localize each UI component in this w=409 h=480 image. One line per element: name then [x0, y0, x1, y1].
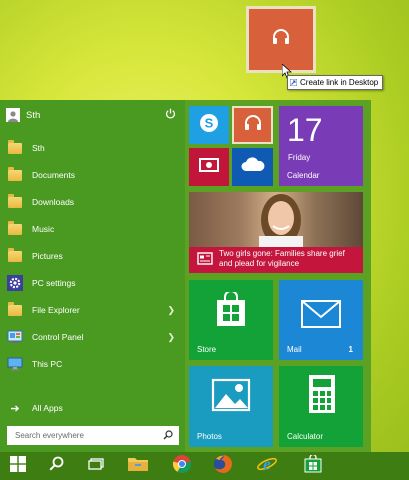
photos-icon [211, 378, 251, 417]
calculator-icon [308, 374, 336, 419]
item-label: Pictures [32, 251, 63, 261]
taskbar-file-explorer[interactable] [120, 452, 156, 480]
file-explorer-icon [127, 455, 149, 477]
cloud-icon [240, 156, 266, 178]
mail-envelope-icon [301, 300, 341, 333]
user-name: Sth [26, 109, 41, 121]
start-item-file-explorer[interactable]: File Explorer ❯ [0, 298, 185, 322]
user-folder-icon [7, 139, 23, 157]
firefox-icon [213, 454, 233, 479]
video-icon [199, 157, 219, 178]
folder-icon [7, 166, 23, 184]
start-item-documents[interactable]: Documents [0, 163, 185, 187]
calendar-day: 17 [287, 112, 323, 148]
windows-start-icon [10, 455, 26, 477]
item-label: Control Panel [32, 332, 84, 342]
news-photo [189, 192, 363, 247]
video-tile[interactable] [189, 148, 229, 186]
tooltip-text: Create link in Desktop [300, 78, 379, 87]
photos-tile[interactable]: Photos [189, 366, 273, 447]
search-input[interactable]: Search everywhere [7, 426, 179, 445]
calendar-weekday: Friday [288, 153, 311, 162]
search-icon [48, 456, 64, 476]
folder-icon [7, 247, 23, 265]
all-apps-label: All Apps [32, 403, 63, 413]
task-view-icon [88, 457, 104, 475]
taskbar: e [0, 452, 409, 480]
taskbar-internet-explorer[interactable]: e [249, 452, 285, 480]
store-label: Store [197, 345, 217, 354]
folder-icon [7, 220, 23, 238]
arrow-right-icon: ➔ [10, 402, 20, 415]
calendar-tile[interactable]: 17 Friday Calendar [279, 106, 363, 186]
item-label: Downloads [32, 197, 75, 207]
start-item-pictures[interactable]: Pictures [0, 244, 185, 268]
start-item-sth[interactable]: Sth [0, 136, 185, 160]
start-left-pane: Sth Sth Documents Downloads Music Pictur… [0, 100, 185, 452]
svg-text:e: e [263, 454, 271, 473]
taskbar-firefox[interactable] [205, 452, 241, 480]
calculator-label: Calculator [287, 432, 324, 441]
item-label: Music [32, 224, 55, 234]
task-view-button[interactable] [78, 452, 114, 480]
user-account[interactable]: Sth [6, 106, 178, 124]
store-bag-icon [213, 290, 249, 333]
calculator-tile[interactable]: Calculator [279, 366, 363, 447]
music-tile[interactable] [232, 106, 273, 144]
start-item-music[interactable]: Music [0, 217, 185, 241]
store-tile[interactable]: Store [189, 280, 273, 360]
start-item-this-pc[interactable]: This PC [0, 352, 185, 376]
dragged-music-tile[interactable] [246, 6, 316, 73]
folder-icon [7, 301, 23, 319]
computer-icon [7, 355, 23, 373]
chrome-icon [172, 454, 192, 479]
item-label: File Explorer [32, 305, 80, 315]
search-icon[interactable] [163, 430, 173, 442]
start-menu: Sth Sth Documents Downloads Music Pictur… [0, 100, 371, 452]
item-label: Documents [32, 170, 75, 180]
onedrive-tile[interactable] [232, 148, 273, 186]
taskbar-search-button[interactable] [38, 452, 74, 480]
chevron-right-icon[interactable]: ❯ [167, 305, 175, 316]
svg-text:S: S [205, 115, 214, 130]
start-item-control-panel[interactable]: Control Panel ❯ [0, 325, 185, 349]
photos-label: Photos [197, 432, 222, 441]
skype-icon: S [198, 112, 220, 139]
taskbar-store[interactable] [295, 452, 331, 480]
user-avatar-icon [6, 108, 20, 122]
headphones-icon [271, 27, 291, 52]
mail-label: Mail [287, 345, 302, 354]
internet-explorer-icon: e [256, 454, 278, 479]
all-apps-button[interactable]: ➔ All Apps [0, 396, 185, 420]
start-item-downloads[interactable]: Downloads [0, 190, 185, 214]
calendar-label: Calendar [287, 171, 320, 180]
drag-tooltip: Create link in Desktop [287, 75, 384, 90]
store-icon [304, 453, 322, 478]
item-label: PC settings [32, 278, 76, 288]
search-placeholder: Search everywhere [15, 431, 84, 440]
link-arrow-icon [289, 78, 298, 87]
gear-icon [7, 274, 23, 292]
mail-tile[interactable]: Mail 1 [279, 280, 363, 360]
power-icon[interactable] [165, 108, 176, 122]
folder-icon [7, 193, 23, 211]
skype-tile[interactable]: S [189, 106, 229, 144]
item-label: Sth [32, 143, 45, 153]
news-tile[interactable]: Two girls gone: Families share grief and… [189, 192, 363, 273]
taskbar-chrome[interactable] [164, 452, 200, 480]
control-panel-icon [7, 328, 23, 346]
start-tiles-pane: S 17 Friday Calendar Two girls gone: Fam… [185, 100, 371, 452]
windows-start-button[interactable] [0, 452, 36, 480]
news-headline: Two girls gone: Families share grief and… [219, 249, 345, 268]
chevron-right-icon[interactable]: ❯ [167, 332, 175, 343]
news-icon [197, 252, 213, 270]
item-label: This PC [32, 359, 63, 369]
start-item-pc-settings[interactable]: PC settings [0, 271, 185, 295]
headphones-icon [243, 113, 263, 138]
mail-count-badge: 1 [348, 345, 353, 354]
